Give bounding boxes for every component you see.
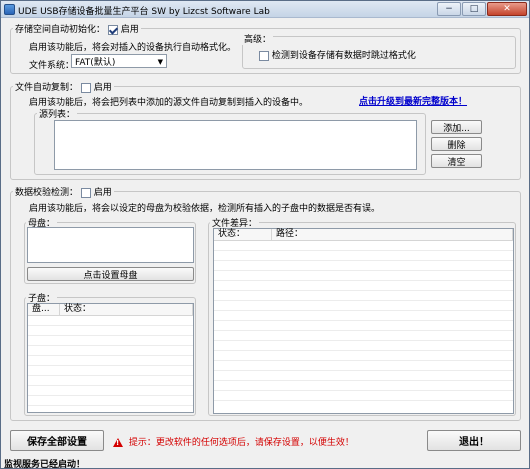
status-bar-text: 监视服务已经启动！ xyxy=(4,460,86,469)
source-list[interactable] xyxy=(54,120,417,170)
master-box[interactable] xyxy=(27,227,194,263)
diff-list-rows xyxy=(214,241,513,401)
diff-col-path[interactable]: 路径： xyxy=(272,229,513,240)
verify-legend-label: 数据校验检测： xyxy=(15,188,79,198)
tip-message: 提示：更改软件的任何选项后，请保存设置，以便生效！ xyxy=(113,435,354,448)
window-title: UDE USB存储设备批量生产平台 SW by Lizcst Software … xyxy=(18,7,270,17)
format-enable-label: 启用 xyxy=(120,25,139,35)
verify-description: 启用该功能后，将会以设定的母盘为校验依据，检测所有插入的子盘中的数据是否有误。 xyxy=(29,204,381,214)
warning-icon xyxy=(113,438,123,447)
title-bar: UDE USB存储设备批量生产平台 SW by Lizcst Software … xyxy=(1,1,529,18)
window-controls: − □ ✕ xyxy=(436,2,527,16)
tip-text: 提示：更改软件的任何选项后，请保存设置，以便生效！ xyxy=(128,438,354,448)
diff-list-header: 状态： 路径： xyxy=(214,229,513,241)
child-list-header: 盘... 状态： xyxy=(28,304,193,316)
save-all-button[interactable]: 保存全部设置 xyxy=(10,430,104,451)
close-button[interactable]: ✕ xyxy=(487,2,527,16)
chevron-down-icon: ▼ xyxy=(157,58,163,66)
set-master-button[interactable]: 点击设置母盘 xyxy=(27,267,194,281)
child-list[interactable]: 盘... 状态： xyxy=(27,303,194,413)
format-enable-checkbox[interactable] xyxy=(107,24,118,35)
child-col-status[interactable]: 状态： xyxy=(60,304,193,315)
maximize-button[interactable]: □ xyxy=(462,2,486,16)
copy-legend: 文件自动复制： 启用 xyxy=(13,80,114,93)
advanced-legend: 高级： xyxy=(242,32,274,45)
skip-format-label: 检测到设备存储有数据时跳过格式化 xyxy=(271,51,416,61)
source-legend: 源列表： xyxy=(37,107,78,120)
upgrade-link[interactable]: 点击升级到最新完整版本！ xyxy=(359,94,467,107)
child-list-rows xyxy=(28,316,193,406)
filesystem-select[interactable]: FAT(默认) ▼ xyxy=(71,54,167,68)
add-button[interactable]: 添加... xyxy=(431,120,482,134)
child-col-disk[interactable]: 盘... xyxy=(28,304,60,315)
diff-col-status[interactable]: 状态： xyxy=(214,229,272,240)
advanced-option[interactable]: 检测到设备存储有数据时跳过格式化 xyxy=(259,48,416,61)
format-description: 启用该功能后，将会对插入的设备执行自动格式化。 xyxy=(29,43,237,53)
minimize-button[interactable]: − xyxy=(437,2,461,16)
skip-format-checkbox[interactable] xyxy=(259,50,269,61)
filesystem-label: 文件系统： xyxy=(29,61,75,71)
verify-enable-label: 启用 xyxy=(93,188,112,198)
copy-legend-label: 文件自动复制： xyxy=(15,83,79,93)
copy-enable-label: 启用 xyxy=(93,83,112,93)
exit-button[interactable]: 退出！ xyxy=(427,430,521,451)
main-window: UDE USB存储设备批量生产平台 SW by Lizcst Software … xyxy=(0,0,530,469)
verify-enable-checkbox[interactable] xyxy=(80,187,91,198)
delete-button[interactable]: 删除 xyxy=(431,137,482,151)
format-legend-label: 存储空间自动初始化： xyxy=(15,25,106,35)
clear-button[interactable]: 清空 xyxy=(431,154,482,168)
copy-enable-checkbox[interactable] xyxy=(80,82,91,93)
filesystem-select-value: FAT(默认) xyxy=(75,57,116,68)
diff-list[interactable]: 状态： 路径： xyxy=(213,228,514,414)
verify-legend: 数据校验检测： 启用 xyxy=(13,185,114,198)
format-legend: 存储空间自动初始化： 启用 xyxy=(13,22,141,35)
app-icon xyxy=(4,4,15,15)
